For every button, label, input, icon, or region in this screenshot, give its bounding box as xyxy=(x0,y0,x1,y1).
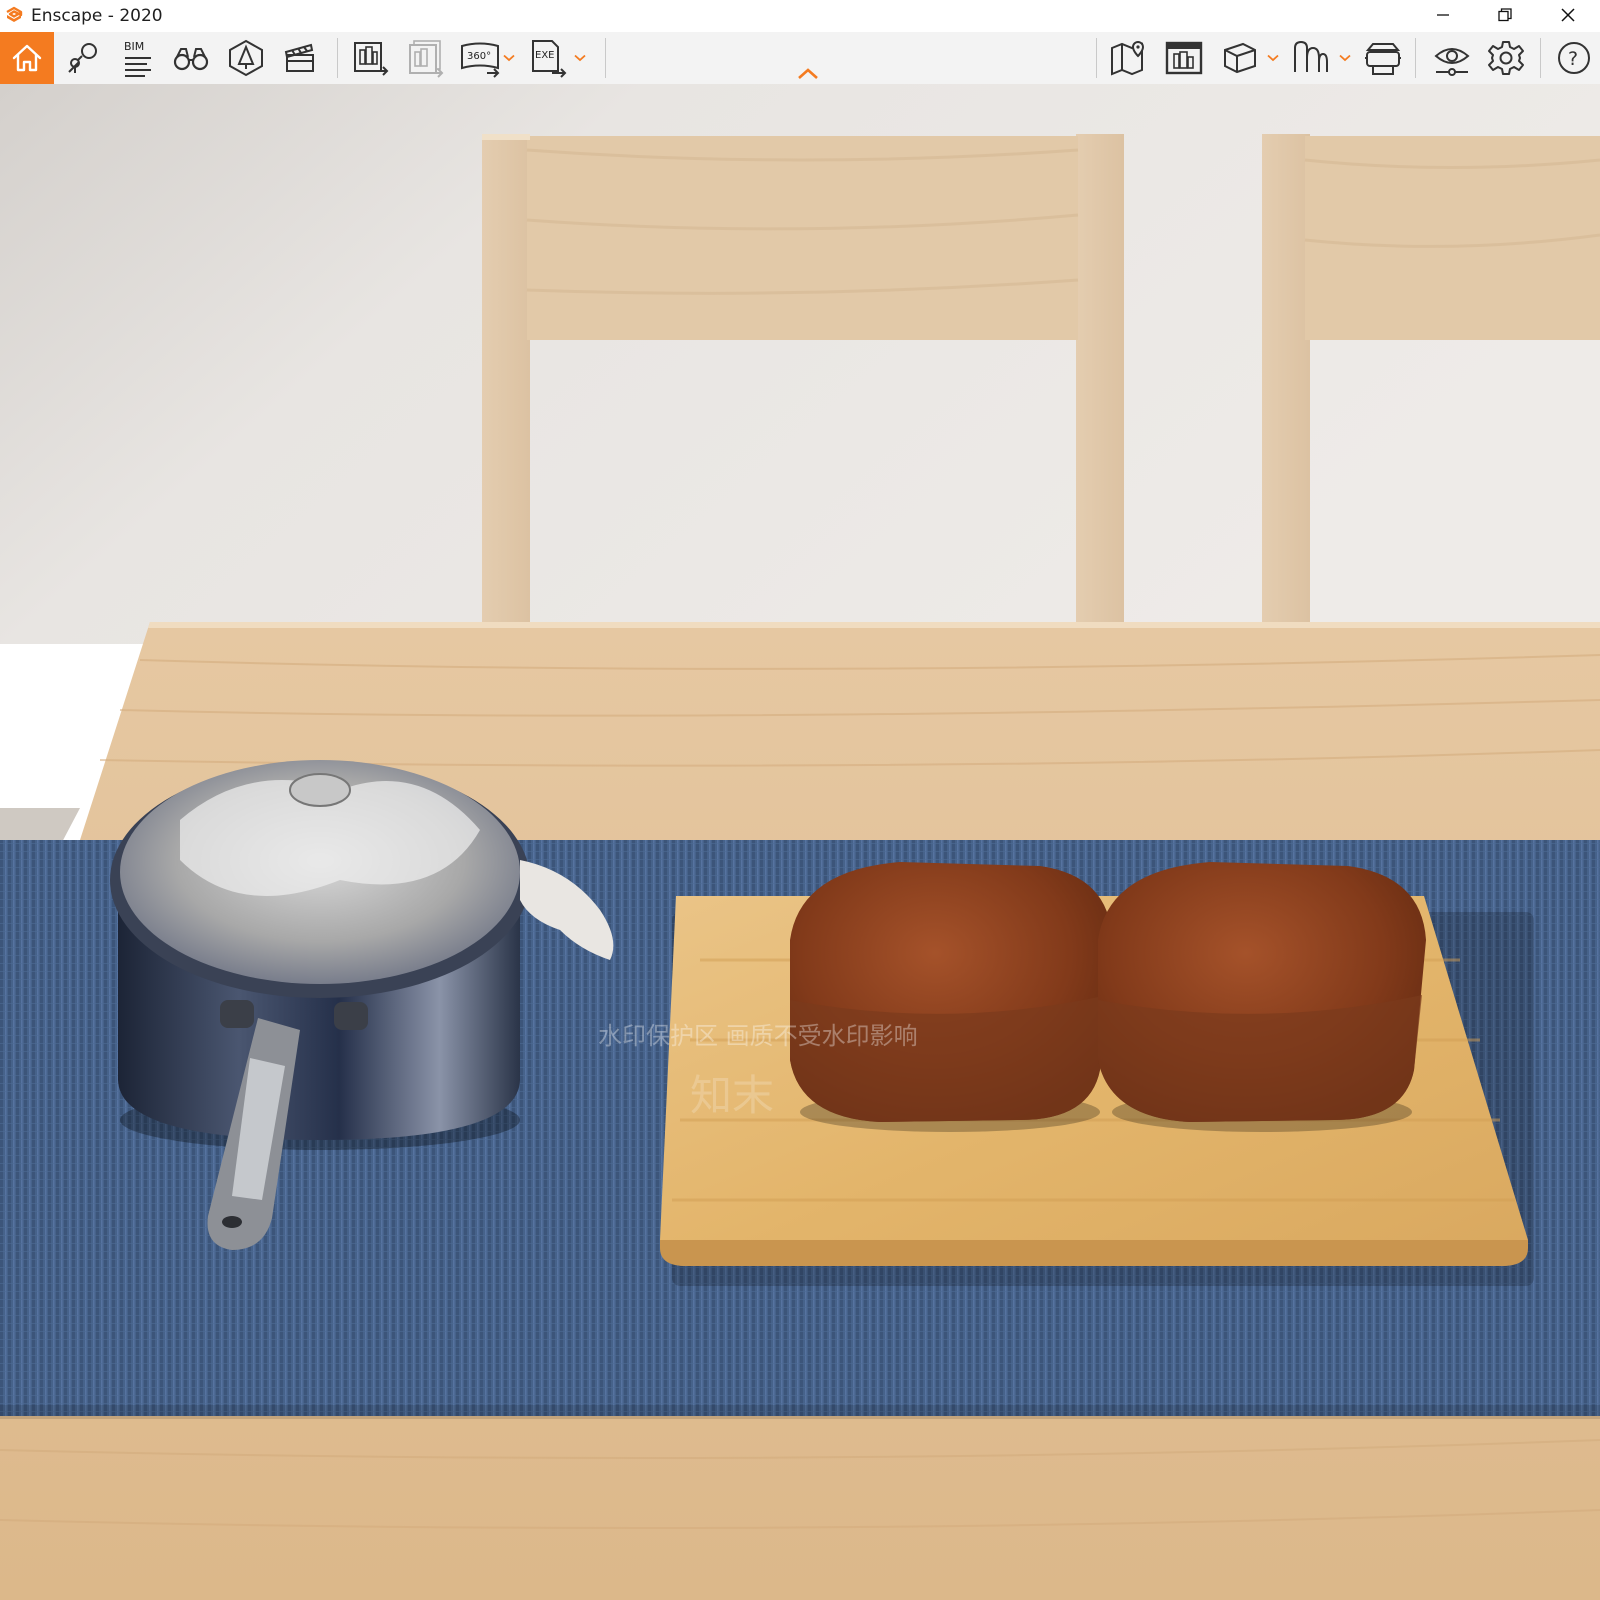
visual-settings-button[interactable] xyxy=(1427,32,1477,84)
watermark-logo-text: 知末 xyxy=(690,1071,774,1120)
panorama-dropdown[interactable] xyxy=(502,32,516,84)
chevron-down-icon xyxy=(1267,54,1279,62)
toolbar-separator xyxy=(1096,38,1097,78)
walk-mode-dropdown[interactable] xyxy=(1338,32,1352,84)
collapse-toolbar-button[interactable] xyxy=(796,64,820,84)
map-button[interactable] xyxy=(1104,32,1154,84)
map-pin-icon xyxy=(1111,40,1145,76)
render-window-button[interactable] xyxy=(1159,32,1209,84)
restore-button[interactable] xyxy=(1474,0,1536,30)
chevron-up-icon xyxy=(798,68,818,79)
visual-settings-eye-icon xyxy=(1434,48,1470,76)
bim-label: BIM xyxy=(124,40,144,53)
exe-dropdown[interactable] xyxy=(573,32,587,84)
exe-export-button[interactable]: EXE xyxy=(523,32,573,84)
views-button[interactable] xyxy=(58,32,108,84)
cube-view-dropdown[interactable] xyxy=(1266,32,1280,84)
toolbar-separator xyxy=(1415,38,1416,78)
settings-button[interactable] xyxy=(1481,32,1531,84)
binoculars-button[interactable] xyxy=(166,32,216,84)
vr-headset-icon xyxy=(1365,43,1401,75)
toolbar-separator xyxy=(1540,38,1541,78)
bim-info-button[interactable]: BIM xyxy=(112,32,162,84)
screenshot-export-button[interactable] xyxy=(346,32,396,84)
panorama-label: 360° xyxy=(467,51,491,62)
toolbar-separator xyxy=(337,38,338,78)
batch-render-icon xyxy=(409,40,444,78)
chevron-down-icon xyxy=(574,54,586,62)
minimize-button[interactable] xyxy=(1412,0,1474,30)
close-icon xyxy=(1561,8,1575,22)
asset-library-button[interactable] xyxy=(221,32,271,84)
screenshot-export-icon xyxy=(354,42,389,76)
settings-gear-icon xyxy=(1488,41,1524,75)
chevron-down-icon xyxy=(503,54,515,62)
toolbar-separator xyxy=(605,38,606,78)
binoculars-icon xyxy=(173,48,209,71)
bread-loaf-right xyxy=(1098,862,1426,1132)
home-icon xyxy=(12,44,42,72)
help-label: ? xyxy=(1568,48,1578,70)
bim-info-icon: BIM xyxy=(124,40,151,77)
render-window-icon xyxy=(1165,41,1203,75)
batch-render-button[interactable] xyxy=(401,32,451,84)
window-title: Enscape - 2020 xyxy=(31,6,163,26)
views-pin-icon xyxy=(68,43,97,73)
exe-label: EXE xyxy=(535,50,555,61)
cube-view-button[interactable] xyxy=(1215,32,1265,84)
title-bar: Enscape - 2020 xyxy=(0,0,1600,32)
video-editor-button[interactable] xyxy=(275,32,325,84)
help-button[interactable]: ? xyxy=(1549,32,1599,84)
exe-export-icon: EXE xyxy=(532,40,567,78)
bread-loaf-left xyxy=(790,862,1112,1132)
panorama-360-icon: 360° xyxy=(461,42,500,78)
vr-headset-button[interactable] xyxy=(1358,32,1408,84)
walk-mode-icon xyxy=(1294,40,1328,72)
panorama-button[interactable]: 360° xyxy=(455,32,505,84)
close-button[interactable] xyxy=(1536,0,1600,30)
home-button[interactable] xyxy=(0,32,54,84)
asset-library-icon xyxy=(229,39,263,77)
minimize-icon xyxy=(1437,14,1449,16)
chevron-down-icon xyxy=(1339,54,1351,62)
walk-mode-button[interactable] xyxy=(1286,32,1336,84)
restore-icon xyxy=(1498,8,1512,22)
enscape-logo-icon xyxy=(4,6,24,26)
cube-view-icon xyxy=(1224,42,1256,74)
render-viewport[interactable]: 水印保护区 画质不受水印影响 知末 xyxy=(0,84,1600,1600)
help-icon: ? xyxy=(1558,42,1590,74)
video-editor-clapper-icon xyxy=(284,43,314,72)
watermark-text: 水印保护区 画质不受水印影响 xyxy=(598,1022,918,1050)
rendered-scene: 水印保护区 画质不受水印影响 知末 xyxy=(0,84,1600,1600)
